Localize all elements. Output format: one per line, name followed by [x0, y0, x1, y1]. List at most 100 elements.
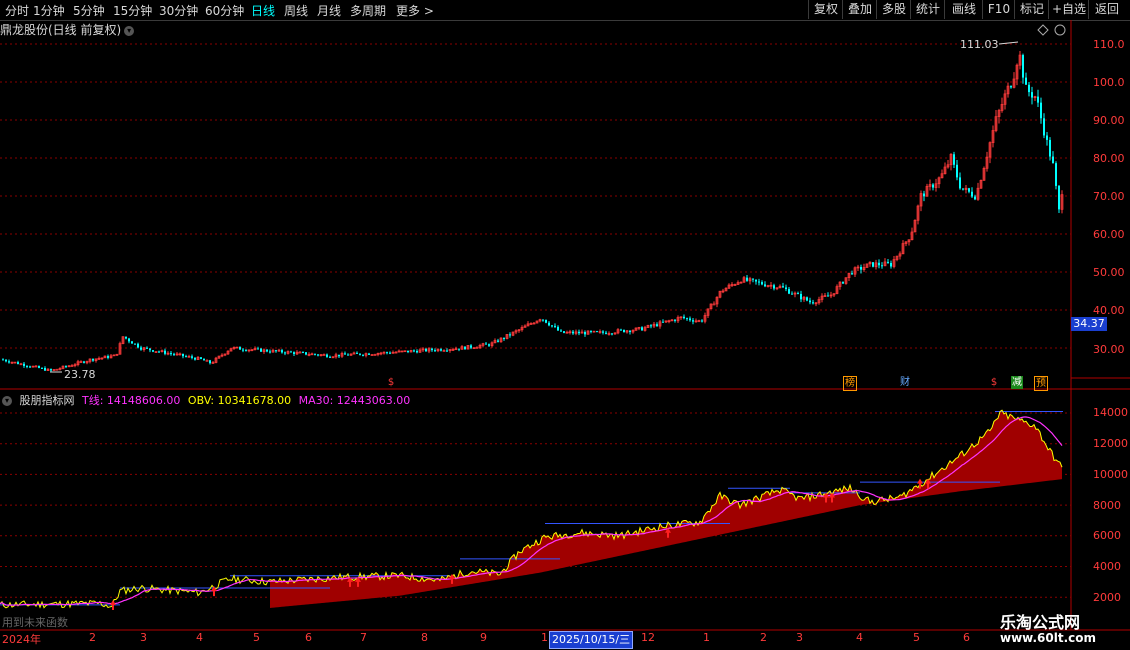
event-marker[interactable]: $	[385, 376, 397, 389]
candle-body	[656, 324, 658, 327]
candle-body	[974, 196, 976, 200]
candle-body	[446, 350, 448, 352]
candle-body	[881, 265, 883, 267]
candle-body	[170, 353, 172, 355]
high-price-label: 111.03	[960, 38, 999, 51]
candle-body	[134, 343, 136, 345]
candle-body	[712, 303, 716, 306]
candle-body	[26, 365, 28, 367]
candle-body	[17, 362, 19, 365]
candle-body	[584, 332, 586, 335]
candle-body	[932, 184, 934, 188]
candle-body	[782, 286, 784, 288]
x-tick: 4	[856, 631, 863, 644]
watermark-title: 乐淘公式网	[1000, 613, 1081, 632]
y-tick: 50.00	[1093, 266, 1125, 279]
candle-body	[1037, 96, 1039, 103]
x-tick: 3	[796, 631, 803, 644]
event-marker[interactable]: $	[988, 376, 1000, 389]
candle-body	[152, 350, 154, 352]
candle-body	[65, 366, 67, 368]
obv-value: OBV: 10341678.00	[187, 394, 292, 407]
event-marker[interactable]: 财	[899, 376, 911, 389]
kline-chart[interactable]	[0, 0, 1130, 650]
settings-diamond-icon	[1037, 24, 1049, 36]
candle-body	[41, 367, 43, 369]
date-cursor-label: 2025/10/15/三	[549, 631, 634, 649]
candle-body	[203, 358, 205, 361]
t-line-value: T线: 14148606.00	[82, 394, 181, 407]
candle-body	[317, 354, 319, 356]
candle-body	[344, 353, 346, 355]
watermark-url: www.60lt.com	[1000, 631, 1097, 645]
candle-body	[548, 322, 550, 326]
y-tick: 14000	[1093, 406, 1128, 419]
candle-body	[878, 262, 880, 266]
t-line	[0, 409, 1063, 609]
candle-body	[542, 319, 544, 321]
x-tick: 1	[703, 631, 710, 644]
candle-body	[359, 353, 361, 355]
ma30-value: MA30: 12443063.00	[298, 394, 411, 407]
candle-body	[260, 348, 262, 352]
candle-body	[275, 350, 277, 352]
indicator-title[interactable]: ▾ 股朋指标网 T线: 14148606.00 OBV: 10341678.00…	[0, 392, 414, 408]
candle-body	[827, 295, 829, 297]
candle-body	[191, 356, 193, 358]
event-marker[interactable]: 减	[1011, 376, 1023, 389]
candle-body	[38, 366, 40, 368]
candle-body	[1043, 118, 1045, 136]
x-tick: 6	[963, 631, 970, 644]
x-tick: 2024年	[2, 633, 41, 646]
candle-body	[182, 353, 184, 357]
candle-body	[302, 352, 304, 354]
chevron-down-icon[interactable]: ▾	[2, 396, 12, 406]
candle-body	[791, 293, 793, 295]
candle-body	[413, 350, 415, 352]
candle-body	[923, 193, 925, 197]
x-tick: 4	[196, 631, 203, 644]
x-tick: 8	[421, 631, 428, 644]
candle-body	[812, 302, 814, 304]
candle-body	[1022, 55, 1024, 78]
candle-body	[23, 363, 25, 366]
candle-body	[458, 348, 460, 350]
candle-body	[1055, 163, 1057, 186]
x-tick: 7	[360, 631, 367, 644]
low-price-label: 23.78	[64, 368, 96, 381]
current-price-tag: 34.37	[1071, 317, 1107, 331]
candle-body	[485, 343, 487, 345]
candle-body	[551, 325, 553, 327]
y-tick: 90.00	[1093, 114, 1125, 127]
candle-body	[314, 353, 316, 355]
candlestick-series	[2, 41, 1064, 373]
candle-body	[281, 350, 283, 353]
candle-body	[431, 348, 433, 351]
candle-body	[239, 347, 241, 350]
future-function-note: 用到未来函数	[2, 616, 68, 629]
ma30-line	[0, 416, 1063, 606]
candle-body	[464, 346, 466, 350]
candle-body	[761, 282, 763, 285]
candle-body	[194, 357, 196, 360]
candle-body	[563, 331, 565, 333]
candle-body	[1058, 185, 1060, 210]
candle-body	[746, 277, 748, 281]
candle-body	[785, 287, 787, 290]
candle-body	[1031, 92, 1033, 98]
candle-body	[242, 349, 244, 351]
candle-body	[205, 359, 209, 362]
y-tick: 100.0	[1093, 76, 1125, 89]
y-tick: 8000	[1093, 499, 1121, 512]
x-tick: 5	[253, 631, 260, 644]
candle-body	[560, 330, 562, 332]
candle-body	[470, 345, 472, 348]
candle-body	[842, 282, 844, 284]
candle-body	[623, 329, 625, 333]
event-marker[interactable]: 榜	[843, 376, 857, 391]
candle-body	[290, 351, 292, 353]
candle-body	[956, 164, 958, 178]
event-marker[interactable]: 预	[1034, 376, 1048, 391]
candle-body	[1040, 102, 1042, 119]
candle-body	[1046, 135, 1048, 140]
